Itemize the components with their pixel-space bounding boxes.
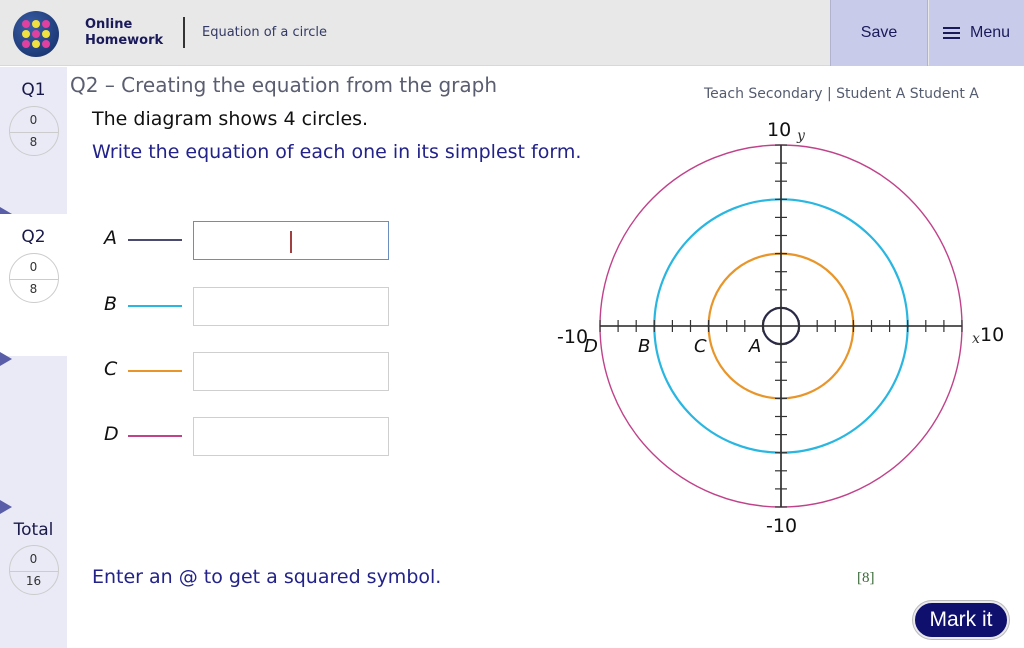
axes-group: [599, 144, 963, 508]
answer-input-d[interactable]: [193, 417, 389, 456]
header-divider: [183, 17, 185, 48]
y-axis-var: y: [796, 128, 806, 144]
question-title: Q2 – Creating the equation from the grap…: [70, 73, 498, 97]
brand-line-1: Online: [85, 17, 133, 32]
score-badge: 0 8: [8, 106, 59, 156]
answer-letter: A: [104, 227, 117, 249]
logo-dot: [42, 30, 50, 38]
hint-text: Enter an @ to get a squared symbol.: [92, 566, 442, 588]
circles-graph: 10 y -10 x 10 -10 D B C A: [557, 119, 1004, 537]
logo-dot: [22, 40, 30, 48]
answer-letter: C: [104, 358, 118, 380]
marks-available: [8]: [857, 570, 875, 586]
score-value: 0: [29, 260, 38, 274]
answer-input-c[interactable]: [193, 352, 389, 391]
y-min-label: -10: [766, 515, 797, 537]
tab-pointer-icon: [0, 352, 12, 366]
legend-line-d: [128, 435, 182, 437]
mark-it-label: Mark it: [929, 608, 993, 631]
question-sidebar: Q1 0 8 Q2 0 8 Total 0 16: [0, 67, 67, 648]
answer-letter: D: [104, 423, 119, 445]
total-score-badge: 0 16: [8, 545, 59, 595]
question-label: Q1: [21, 80, 46, 100]
mark-it-button[interactable]: Mark it: [913, 601, 1009, 639]
question-instruction: Write the equation of each one in its si…: [92, 141, 582, 163]
score-badge: 0 8: [8, 253, 59, 303]
question-label: Q2: [21, 227, 46, 247]
sidebar-total: Total 0 16: [0, 509, 67, 648]
answer-input-b[interactable]: [193, 287, 389, 326]
dots-grid-logo-icon[interactable]: [13, 11, 59, 57]
attribution: Teach Secondary | Student A Student A: [704, 86, 979, 102]
score-max: 8: [29, 135, 38, 149]
x-max-label: 10: [980, 324, 1004, 346]
total-label: Total: [13, 520, 54, 540]
logo-dot: [32, 20, 40, 28]
x-axis-var: x: [972, 331, 980, 347]
logo-dot: [42, 40, 50, 48]
score-max: 16: [25, 574, 42, 588]
logo-dot: [42, 20, 50, 28]
logo-dot: [22, 30, 30, 38]
hamburger-icon: [942, 27, 960, 39]
score-value: 0: [29, 113, 38, 127]
text-cursor: [290, 231, 292, 253]
save-button[interactable]: Save: [830, 0, 928, 66]
score-value: 0: [29, 552, 38, 566]
circle-label-c: C: [694, 336, 707, 357]
logo-dot: [32, 30, 40, 38]
save-button-label: Save: [860, 24, 898, 41]
menu-button[interactable]: Menu: [929, 0, 1024, 66]
circle-label-a: A: [748, 336, 761, 357]
legend-line-a: [128, 239, 182, 241]
circle-label-d: D: [584, 336, 598, 357]
circle-label-b: B: [638, 336, 650, 357]
legend-line-b: [128, 305, 182, 307]
y-max-label: 10: [767, 119, 791, 141]
brand-line-2: Homework: [85, 33, 164, 48]
sidebar-item-q2[interactable]: Q2 0 8: [0, 214, 67, 356]
logo-dot: [32, 40, 40, 48]
menu-button-label: Menu: [969, 24, 1011, 41]
top-bar: Online Homework Equation of a circle Sav…: [0, 0, 1024, 66]
brand-name: Online Homework: [85, 17, 163, 49]
legend-line-c: [128, 370, 182, 372]
answer-letter: B: [104, 293, 118, 315]
score-max: 8: [29, 282, 38, 296]
sidebar-item-q1[interactable]: Q1 0 8: [0, 67, 67, 212]
question-stem: The diagram shows 4 circles.: [92, 108, 369, 130]
topic-title: Equation of a circle: [202, 25, 328, 40]
logo-dot: [22, 20, 30, 28]
